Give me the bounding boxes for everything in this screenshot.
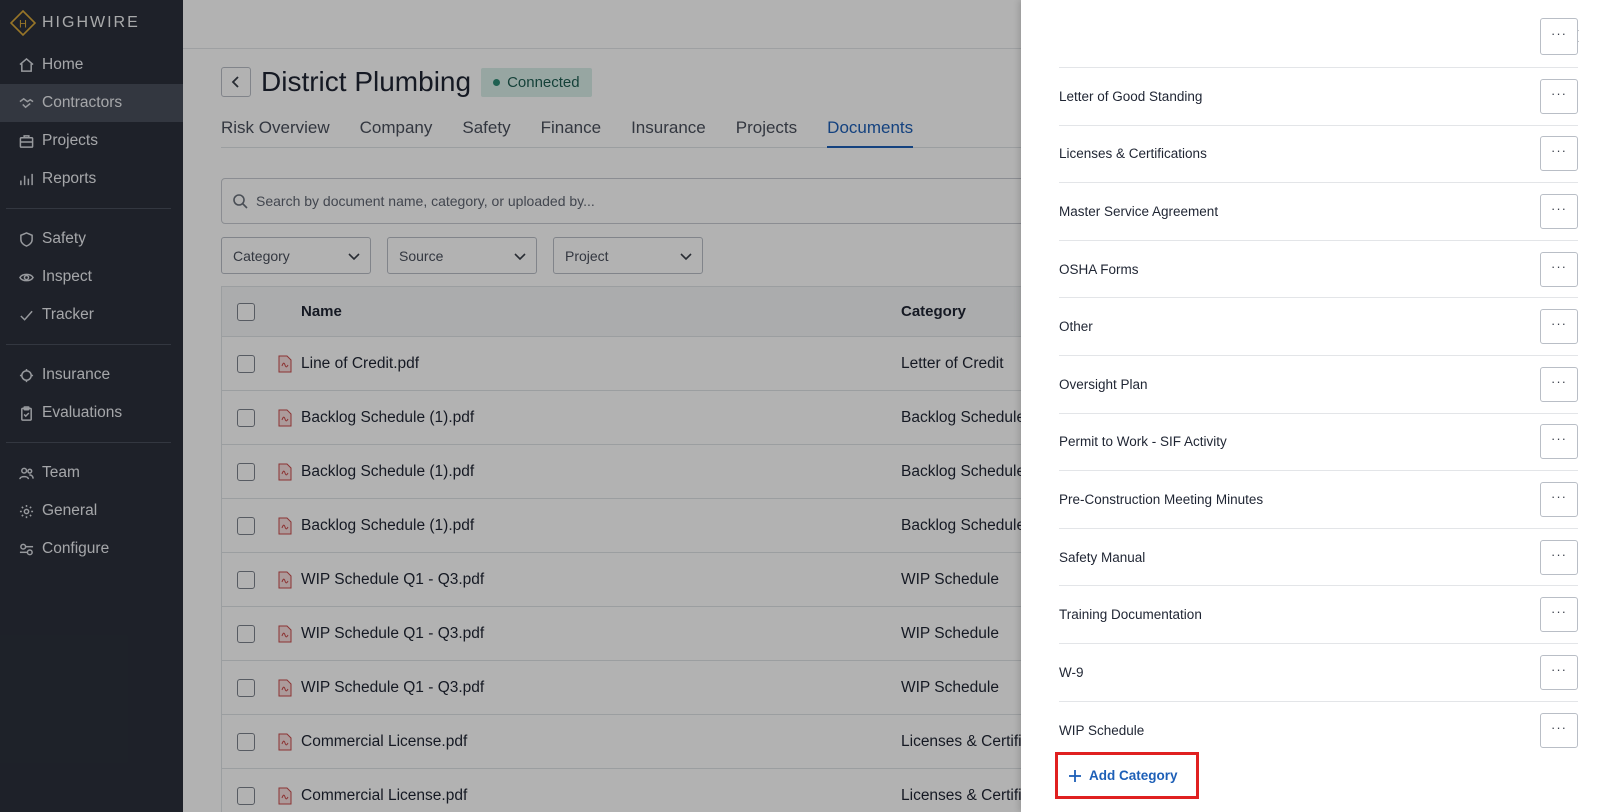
ellipsis-icon: ··· (1551, 546, 1567, 562)
category-name: Training Documentation (1059, 607, 1202, 623)
category-name: Other (1059, 319, 1093, 335)
category-row: W-9 ··· (1059, 644, 1578, 702)
category-name: Oversight Plan (1059, 376, 1148, 392)
ellipsis-icon: ··· (1551, 719, 1567, 735)
more-options-button[interactable]: ··· (1540, 136, 1578, 172)
ellipsis-icon: ··· (1551, 26, 1567, 41)
more-options-button[interactable]: ··· (1540, 712, 1578, 748)
more-options-button[interactable]: ··· (1540, 366, 1578, 402)
category-row: Pre-Construction Meeting Minutes ··· (1059, 471, 1578, 529)
more-options-button[interactable]: ··· (1540, 309, 1578, 345)
category-name: Master Service Agreement (1059, 203, 1219, 219)
category-row: Other ··· (1059, 298, 1578, 356)
category-name: Permit to Work - SIF Activity (1059, 434, 1227, 450)
more-options-button[interactable]: ··· (1540, 251, 1578, 287)
category-name: OSHA Forms (1059, 261, 1139, 277)
category-row: Licenses & Certifications ··· (1059, 126, 1578, 184)
ellipsis-icon: ··· (1551, 373, 1567, 389)
ellipsis-icon: ··· (1551, 431, 1567, 447)
more-options-button[interactable]: ··· (1540, 18, 1578, 55)
ellipsis-icon: ··· (1551, 604, 1567, 620)
more-options-button[interactable]: ··· (1540, 597, 1578, 633)
category-name: Licenses & Certifications (1059, 146, 1207, 162)
modal-overlay[interactable] (0, 0, 1024, 812)
ellipsis-icon: ··· (1551, 661, 1567, 677)
category-row: OSHA Forms ··· (1059, 241, 1578, 299)
ellipsis-icon: ··· (1551, 316, 1567, 332)
ellipsis-icon: ··· (1551, 258, 1567, 274)
category-row: Permit to Work - SIF Activity ··· (1059, 414, 1578, 472)
add-category-button[interactable]: Add Category (1055, 752, 1199, 799)
ellipsis-icon: ··· (1551, 85, 1567, 101)
category-row: Letter of Good Standing ··· (1059, 68, 1578, 126)
category-row: Master Service Agreement ··· (1059, 183, 1578, 241)
plus-icon (1069, 769, 1081, 782)
category-name: Letter of Good Standing (1059, 88, 1203, 104)
ellipsis-icon: ··· (1551, 143, 1567, 159)
category-name: WIP Schedule (1059, 722, 1145, 738)
category-list: ··· Letter of Good Standing ··· Licenses &… (1059, 0, 1578, 759)
category-name: W-9 (1059, 664, 1084, 680)
more-options-button[interactable]: ··· (1540, 424, 1578, 460)
category-row: Safety Manual ··· (1059, 529, 1578, 587)
category-row: Oversight Plan ··· (1059, 356, 1578, 414)
ellipsis-icon: ··· (1551, 200, 1567, 216)
categories-drawer: ··· Letter of Good Standing ··· Licenses &… (1021, 0, 1600, 812)
more-options-button[interactable]: ··· (1540, 481, 1578, 517)
category-name: Pre-Construction Meeting Minutes (1059, 491, 1264, 507)
more-options-button[interactable]: ··· (1540, 78, 1578, 114)
category-row-partial: ··· (1059, 0, 1578, 68)
ellipsis-icon: ··· (1551, 488, 1567, 504)
category-rows: Letter of Good Standing ··· Licenses & Cer… (1059, 68, 1578, 759)
more-options-button[interactable]: ··· (1540, 193, 1578, 229)
add-category-label: Add Category (1089, 768, 1178, 783)
category-name: Safety Manual (1059, 549, 1146, 565)
more-options-button[interactable]: ··· (1540, 539, 1578, 575)
category-row: Training Documentation ··· (1059, 586, 1578, 644)
more-options-button[interactable]: ··· (1540, 654, 1578, 690)
category-row: WIP Schedule ··· (1059, 702, 1578, 760)
